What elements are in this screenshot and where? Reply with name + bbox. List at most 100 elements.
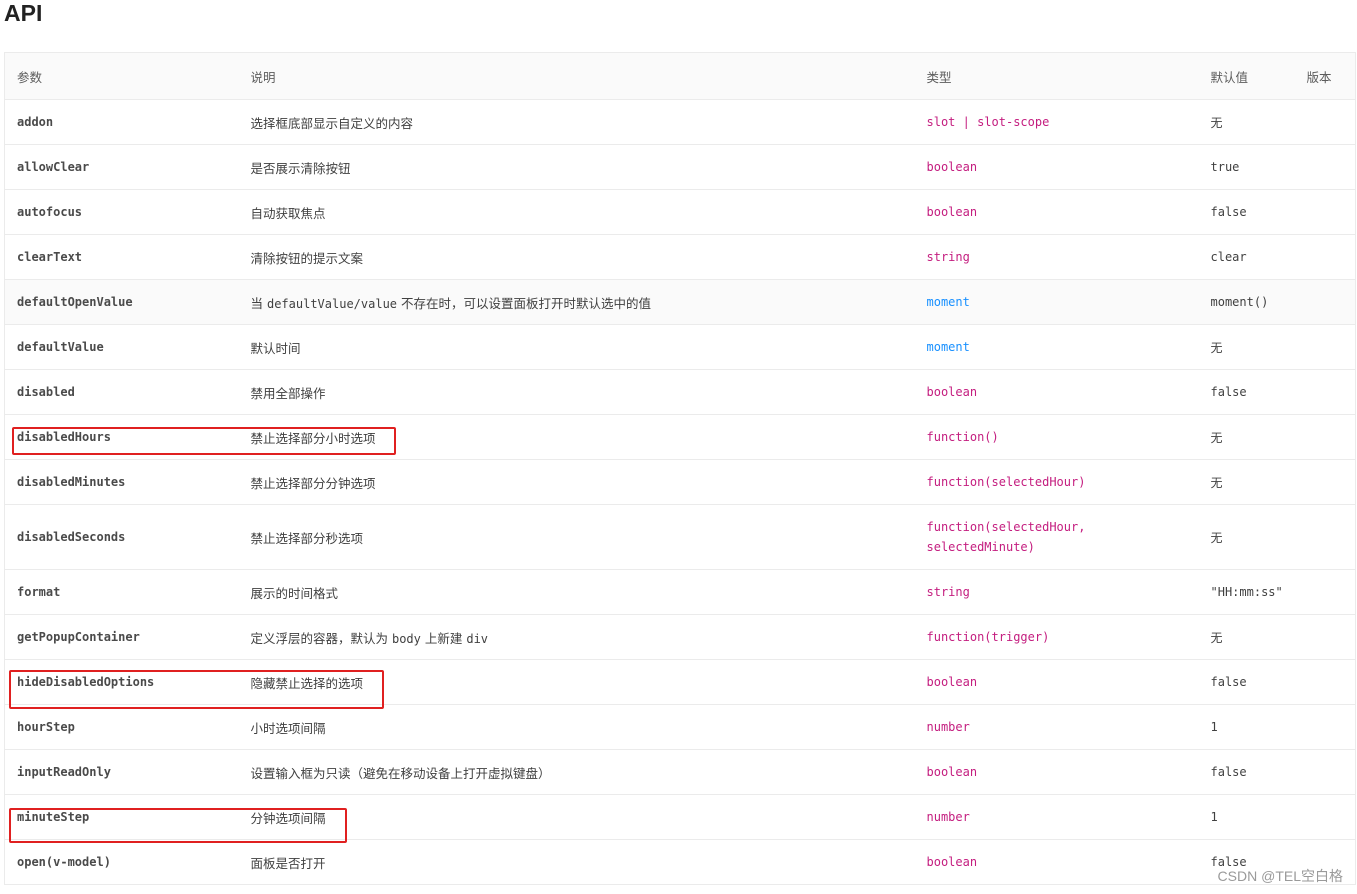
param-desc: 定义浮层的容器，默认为 body 上新建 div xyxy=(238,614,915,660)
param-name: disabledMinutes xyxy=(4,459,239,505)
param-name: defaultOpenValue xyxy=(4,279,239,325)
param-name: clearText xyxy=(4,234,239,280)
inline-code: body xyxy=(391,631,421,646)
param-type: slot | slot-scope xyxy=(914,99,1199,145)
table-row: hourStep 小时选项间隔 number 1 xyxy=(4,704,1356,750)
param-default: 无 xyxy=(1198,459,1295,505)
table-row: autofocus 自动获取焦点 boolean false xyxy=(4,189,1356,235)
param-type: function() xyxy=(914,414,1199,460)
param-type: boolean xyxy=(914,659,1199,705)
table-row: defaultValue 默认时间 moment 无 xyxy=(4,324,1356,370)
param-default: 无 xyxy=(1198,614,1295,660)
param-version xyxy=(1294,279,1356,325)
table-header-row: 参数 说明 类型 默认值 版本 xyxy=(4,52,1356,100)
watermark: CSDN @TEL空白格 xyxy=(1217,868,1343,884)
type-line: function(selectedHour, xyxy=(926,520,1086,534)
param-desc: 禁止选择部分分钟选项 xyxy=(238,459,915,505)
type-line: selectedMinute) xyxy=(926,540,1035,554)
table-row: inputReadOnly 设置输入框为只读（避免在移动设备上打开虚拟键盘） b… xyxy=(4,749,1356,795)
table-row: getPopupContainer 定义浮层的容器，默认为 body 上新建 d… xyxy=(4,614,1356,660)
header-version: 版本 xyxy=(1294,52,1356,100)
param-version xyxy=(1294,99,1356,145)
param-default: clear xyxy=(1198,234,1295,280)
param-version xyxy=(1294,234,1356,280)
param-default: moment() xyxy=(1198,279,1295,325)
param-version xyxy=(1294,569,1356,615)
inline-code: defaultValue/value xyxy=(266,296,398,311)
desc-text: 定义浮层的容器，默认为 xyxy=(250,630,392,646)
table-row: allowClear 是否展示清除按钮 boolean true xyxy=(4,144,1356,190)
param-version xyxy=(1294,144,1356,190)
highlight-box-minute-step xyxy=(9,808,347,843)
desc-text: 上新建 xyxy=(420,630,467,646)
table-row: open(v-model) 面板是否打开 boolean false xyxy=(4,839,1356,885)
param-default: false xyxy=(1198,659,1295,705)
desc-text: 不存在时，可以设置面板打开时默认选中的值 xyxy=(397,295,652,311)
param-name: allowClear xyxy=(4,144,239,190)
param-type: function(selectedHour) xyxy=(914,459,1199,505)
param-type: function(trigger) xyxy=(914,614,1199,660)
param-desc: 选择框底部显示自定义的内容 xyxy=(238,99,915,145)
api-table: 参数 说明 类型 默认值 版本 addon 选择框底部显示自定义的内容 slot… xyxy=(4,52,1356,885)
param-default: 无 xyxy=(1198,504,1295,570)
param-default: false xyxy=(1198,749,1295,795)
desc-text: 当 xyxy=(250,295,267,311)
header-desc: 说明 xyxy=(238,52,915,100)
param-version xyxy=(1294,659,1356,705)
param-type: boolean xyxy=(914,144,1199,190)
param-type: string xyxy=(914,569,1199,615)
param-desc: 设置输入框为只读（避免在移动设备上打开虚拟键盘） xyxy=(238,749,915,795)
param-default: false xyxy=(1198,189,1295,235)
param-name: disabledSeconds xyxy=(4,504,239,570)
param-version xyxy=(1294,794,1356,840)
param-default: 1 xyxy=(1198,704,1295,750)
param-desc: 是否展示清除按钮 xyxy=(238,144,915,190)
param-desc: 面板是否打开 xyxy=(238,839,915,885)
header-param: 参数 xyxy=(4,52,239,100)
param-desc: 默认时间 xyxy=(238,324,915,370)
param-version xyxy=(1294,324,1356,370)
param-desc: 清除按钮的提示文案 xyxy=(238,234,915,280)
table-row: disabled 禁用全部操作 boolean false xyxy=(4,369,1356,415)
param-name: hourStep xyxy=(4,704,239,750)
param-version xyxy=(1294,704,1356,750)
table-row: clearText 清除按钮的提示文案 string clear xyxy=(4,234,1356,280)
param-name: autofocus xyxy=(4,189,239,235)
param-type: number xyxy=(914,794,1199,840)
header-default: 默认值 xyxy=(1198,52,1295,100)
param-default: 无 xyxy=(1198,414,1295,460)
param-default: 1 xyxy=(1198,794,1295,840)
table-row: format 展示的时间格式 string "HH:mm:ss" xyxy=(4,569,1356,615)
param-type: function(selectedHour, selectedMinute) xyxy=(914,504,1199,570)
param-default: 无 xyxy=(1198,324,1295,370)
param-name: format xyxy=(4,569,239,615)
param-name: defaultValue xyxy=(4,324,239,370)
param-type: boolean xyxy=(914,749,1199,795)
param-name: disabled xyxy=(4,369,239,415)
param-version xyxy=(1294,189,1356,235)
param-version xyxy=(1294,504,1356,570)
param-version xyxy=(1294,369,1356,415)
param-type: moment xyxy=(914,279,1199,325)
param-name: addon xyxy=(4,99,239,145)
param-desc: 小时选项间隔 xyxy=(238,704,915,750)
param-type: boolean xyxy=(914,189,1199,235)
param-version xyxy=(1294,749,1356,795)
param-desc: 当 defaultValue/value 不存在时，可以设置面板打开时默认选中的… xyxy=(238,279,915,325)
param-default: "HH:mm:ss" xyxy=(1198,569,1295,615)
param-default: 无 xyxy=(1198,99,1295,145)
param-type: moment xyxy=(914,324,1199,370)
param-version xyxy=(1294,459,1356,505)
highlight-box-hide-disabled-options xyxy=(9,670,384,709)
table-row: disabledSeconds 禁止选择部分秒选项 function(selec… xyxy=(4,504,1356,570)
param-desc: 禁止选择部分秒选项 xyxy=(238,504,915,570)
param-default: true xyxy=(1198,144,1295,190)
header-type: 类型 xyxy=(914,52,1199,100)
table-row: addon 选择框底部显示自定义的内容 slot | slot-scope 无 xyxy=(4,99,1356,145)
param-type: boolean xyxy=(914,369,1199,415)
param-version xyxy=(1294,614,1356,660)
param-name: inputReadOnly xyxy=(4,749,239,795)
page-title: API xyxy=(4,0,43,26)
param-type: number xyxy=(914,704,1199,750)
param-desc: 自动获取焦点 xyxy=(238,189,915,235)
